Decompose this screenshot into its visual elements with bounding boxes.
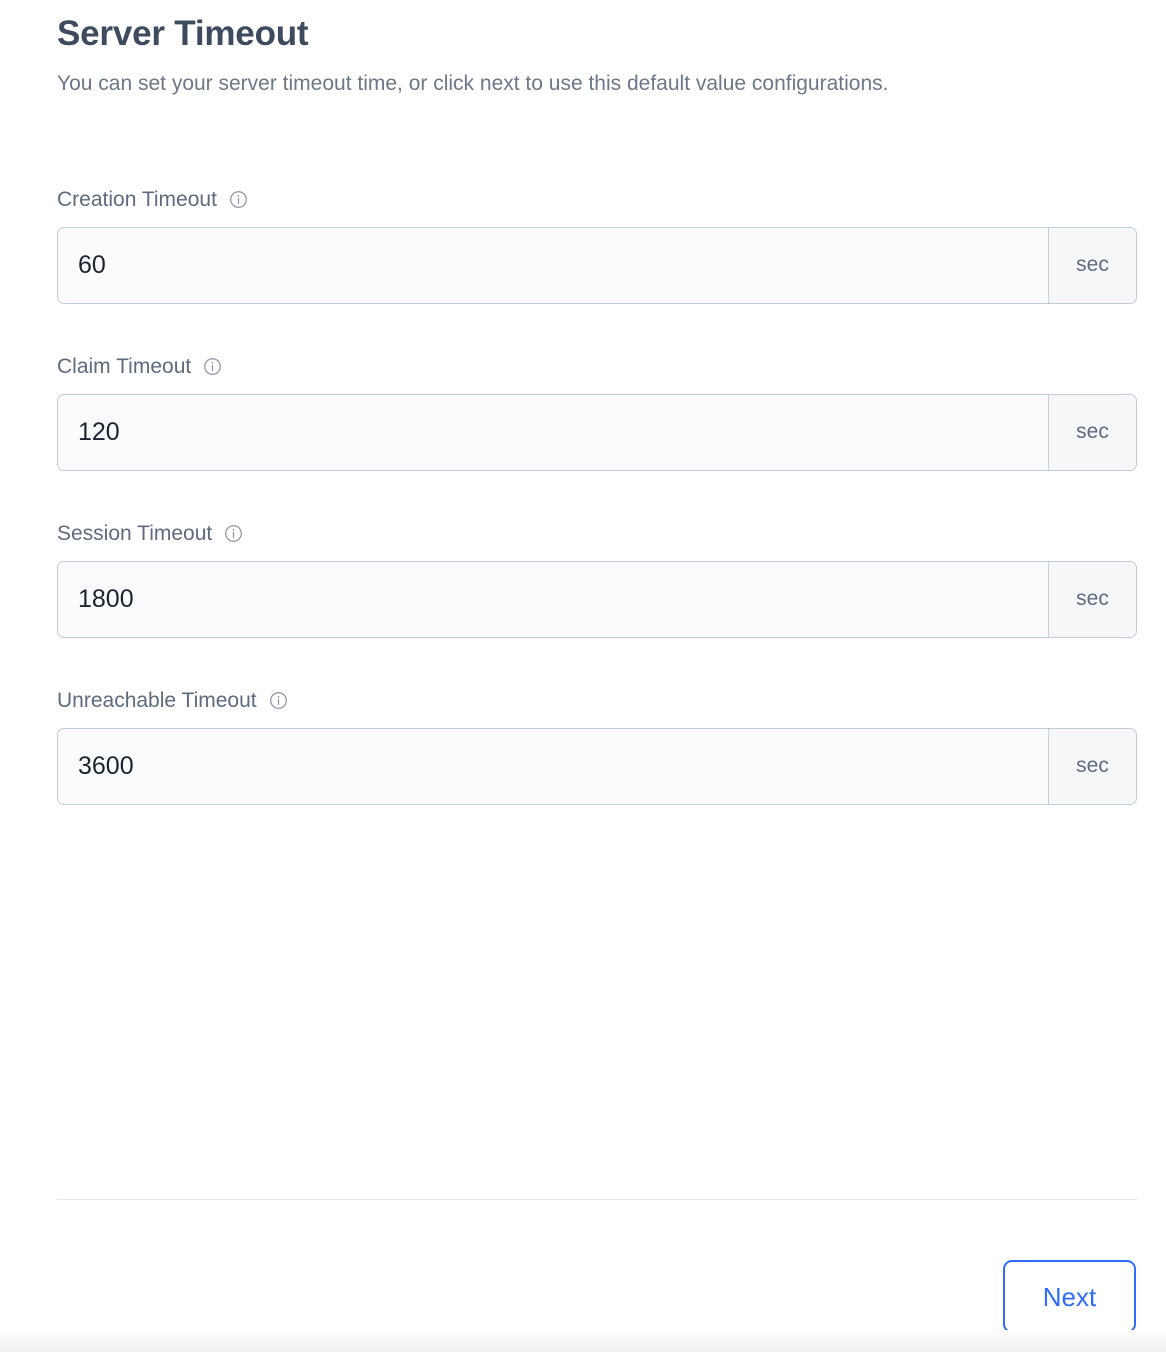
field-label-row-claim-timeout: Claim Timeout xyxy=(57,353,1109,381)
session-timeout-unit-addon: sec xyxy=(1048,561,1136,637)
page-header: Server Timeout You can set your server t… xyxy=(0,0,1166,100)
timeout-form: Creation Timeout sec Claim Timeout xyxy=(0,186,1166,805)
field-group-creation-timeout: Creation Timeout sec xyxy=(57,186,1137,304)
claim-timeout-input[interactable] xyxy=(58,394,1048,470)
input-row-session-timeout[interactable]: sec xyxy=(57,560,1137,638)
field-group-session-timeout: Session Timeout sec xyxy=(57,520,1137,638)
field-group-unreachable-timeout: Unreachable Timeout sec xyxy=(57,687,1137,805)
input-row-unreachable-timeout[interactable]: sec xyxy=(57,727,1137,805)
info-circle-icon[interactable] xyxy=(224,524,243,543)
creation-timeout-input[interactable] xyxy=(58,227,1048,303)
page-description: You can set your server timeout time, or… xyxy=(57,71,889,95)
unreachable-timeout-unit-addon: sec xyxy=(1048,728,1136,804)
field-label-unreachable-timeout: Unreachable Timeout xyxy=(57,689,257,713)
bottom-edge-strip xyxy=(0,1330,1166,1352)
footer-divider xyxy=(57,1199,1137,1200)
info-circle-icon[interactable] xyxy=(203,357,222,376)
info-circle-icon[interactable] xyxy=(229,190,248,209)
field-group-claim-timeout: Claim Timeout sec xyxy=(57,353,1137,471)
server-timeout-page: Server Timeout You can set your server t… xyxy=(0,0,1166,1352)
field-label-row-creation-timeout: Creation Timeout xyxy=(57,186,1109,214)
field-label-creation-timeout: Creation Timeout xyxy=(57,188,217,212)
field-label-claim-timeout: Claim Timeout xyxy=(57,355,192,379)
input-row-claim-timeout[interactable]: sec xyxy=(57,393,1137,471)
page-title: Server Timeout xyxy=(57,14,309,53)
unreachable-timeout-input[interactable] xyxy=(58,728,1048,804)
field-label-session-timeout: Session Timeout xyxy=(57,522,213,546)
field-label-row-unreachable-timeout: Unreachable Timeout xyxy=(57,687,1109,715)
page-footer: Next xyxy=(0,1260,1166,1333)
info-circle-icon[interactable] xyxy=(269,691,288,710)
creation-timeout-unit-addon: sec xyxy=(1048,227,1136,303)
next-button[interactable]: Next xyxy=(1003,1260,1136,1333)
session-timeout-input[interactable] xyxy=(58,561,1048,637)
claim-timeout-unit-addon: sec xyxy=(1048,394,1136,470)
input-row-creation-timeout[interactable]: sec xyxy=(57,226,1137,304)
field-label-row-session-timeout: Session Timeout xyxy=(57,520,1109,548)
